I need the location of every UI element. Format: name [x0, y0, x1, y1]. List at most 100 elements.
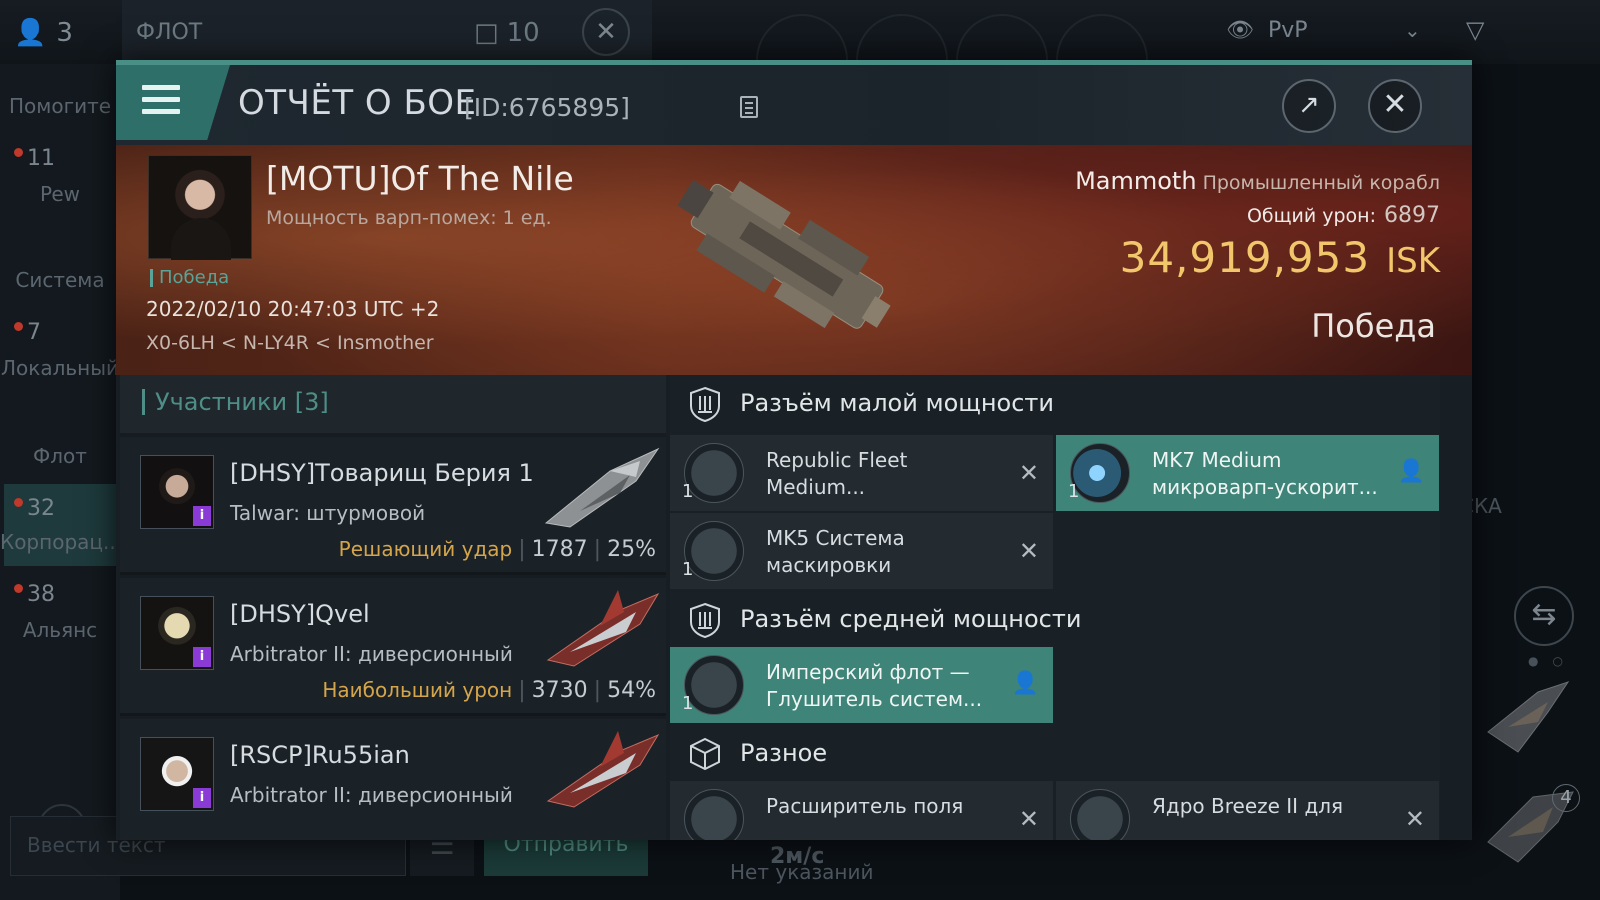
people-counter[interactable]: 👤 3: [14, 18, 73, 48]
victim-location[interactable]: X0-6LH < N-LY4R < Insmother: [146, 332, 434, 354]
isk-amount: 34,919,953: [1119, 233, 1371, 282]
sidebar-item-pew[interactable]: Pew: [0, 182, 120, 206]
module-quantity: 1: [682, 559, 694, 580]
modal-header: ОТЧЁТ О БОЕ [ID:6765895] ↗ ✕: [116, 65, 1472, 145]
participant-ship-image: [544, 447, 660, 528]
fleet-tab-label: ФЛОТ: [136, 20, 203, 45]
page-dots: ●○: [1528, 654, 1577, 668]
module-item[interactable]: 1 Имперский флот — Глушитель систем... 👤: [670, 647, 1054, 723]
copy-icon[interactable]: [740, 96, 758, 118]
total-damage: Общий урон: 6897: [1247, 203, 1440, 228]
sidebar-item-fleet[interactable]: Флот: [0, 444, 120, 468]
victim-ship-name: Mammoth Промышленный корабл: [1075, 167, 1440, 195]
chat-sidebar: Помогите 11 Pew Система 7 Локальный Флот…: [0, 64, 122, 900]
sidebar-local-count: 7: [14, 320, 41, 345]
sidebar-corp-count: 32: [14, 496, 55, 521]
participant-ship-image: [546, 590, 660, 667]
victim-warp-strength: Мощность варп-помех: 1 ед.: [266, 207, 552, 229]
module-quantity: 1: [682, 481, 694, 502]
participant-row[interactable]: i [DHSY]Товарищ Берия 1 Talwar: штурмово…: [120, 437, 666, 575]
stat-separator: |: [518, 537, 526, 562]
participant-tag: Решающий удар: [338, 537, 513, 561]
participants-panel: Участники [3] i [DHSY]Товарищ Берия 1 Ta…: [120, 375, 666, 840]
core-module-icon: [1070, 789, 1130, 840]
fleet-tab-close-icon[interactable]: ✕: [582, 8, 630, 56]
low-slot-header: Разъём малой мощности: [670, 375, 1440, 433]
filter-icon[interactable]: ▽: [1466, 16, 1484, 44]
people-icon: 👤: [14, 18, 47, 48]
victim-name[interactable]: [MOTU]Of The Nile: [266, 159, 574, 198]
ship-count-badge: 4: [1552, 784, 1580, 812]
destroyed-x-icon: ✕: [1018, 537, 1039, 565]
participant-stats: Наибольший урон | 3730 | 54%: [322, 678, 656, 703]
menu-button[interactable]: [116, 65, 230, 140]
total-damage-label: Общий урон:: [1246, 205, 1376, 227]
close-button[interactable]: ✕: [1368, 79, 1422, 133]
total-damage-value: 6897: [1384, 203, 1440, 228]
participant-name: [DHSY]Qvel: [230, 600, 370, 628]
sidebar-item-help[interactable]: Помогите: [0, 94, 120, 118]
external-link-icon: ↗: [1298, 90, 1320, 120]
module-item[interactable]: 1 MK7 Medium микроварп-ускорит... 👤: [1056, 435, 1440, 511]
module-name: Ядро Breeze II для: [1152, 794, 1344, 818]
participant-damage: 3730: [531, 678, 588, 703]
participant-avatar: i: [140, 737, 214, 811]
participant-ship: Arbitrator II: диверсионный: [230, 783, 513, 807]
stat-separator: |: [593, 678, 602, 703]
participants-header: Участники [3]: [120, 375, 666, 433]
participant-damage: 1787: [531, 537, 588, 562]
report-id: [ID:6765895]: [464, 93, 630, 122]
module-item[interactable]: Ядро Breeze II для ✕: [1056, 781, 1440, 840]
sidebar-item-system[interactable]: Система: [0, 268, 120, 292]
participant-name: [RSCP]Ru55ian: [230, 741, 410, 769]
share-button[interactable]: ↗: [1282, 79, 1336, 133]
victim-avatar[interactable]: [148, 155, 252, 260]
isk-value: 34,919,953 ISK: [1120, 233, 1440, 282]
module-name: MK5 Система маскировки: [766, 526, 905, 577]
stat-separator: |: [593, 537, 602, 562]
participant-row[interactable]: i [RSCP]Ru55ian Arbitrator II: диверсион…: [120, 719, 666, 840]
module-name: Расширитель поля: [766, 794, 964, 818]
info-badge-icon: i: [193, 506, 211, 526]
battle-result: Победа: [1311, 307, 1436, 345]
swap-icon[interactable]: ⇆: [1514, 586, 1574, 646]
fleet-count-value: 10: [506, 18, 540, 48]
hamburger-icon: [142, 85, 180, 121]
participants-title: Участники [3]: [142, 389, 329, 415]
participant-ship: Talwar: штурмовой: [230, 501, 426, 525]
participant-percent: 25%: [607, 537, 656, 562]
module-item[interactable]: 1 MK5 Система маскировки ✕: [670, 513, 1054, 589]
people-count: 3: [56, 18, 73, 48]
module-item[interactable]: Расширитель поля ✕: [670, 781, 1054, 840]
destroyed-x-icon: ✕: [1018, 805, 1039, 833]
fleet-member-count: □ 10: [474, 18, 540, 48]
sidebar-item-alliance[interactable]: Альянс: [0, 618, 120, 642]
info-badge-icon: i: [193, 647, 211, 667]
low-slot-title: Разъём малой мощности: [740, 389, 1055, 417]
sidebar-pew-count: 11: [14, 146, 55, 171]
victim-ship-class: Промышленный корабл: [1202, 172, 1440, 194]
cargo-box-icon: [690, 737, 720, 771]
background-ship-icon[interactable]: [1478, 672, 1578, 762]
pvp-filter-label: PvP: [1267, 18, 1308, 43]
module-quantity: 1: [1068, 481, 1080, 502]
module-item[interactable]: 1 Republic Fleet Medium... ✕: [670, 435, 1054, 511]
pvp-filter[interactable]: 👁 PvP: [1226, 18, 1308, 43]
sidebar-alliance-count: 38: [14, 582, 55, 607]
module-name: Имперский флот — Глушитель систем...: [766, 660, 983, 711]
low-slot-shield-icon: [690, 386, 720, 422]
victim-ship-type[interactable]: Mammoth: [1075, 167, 1196, 195]
participant-row[interactable]: i [DHSY]Qvel Arbitrator II: диверсионный…: [120, 578, 666, 716]
mid-slot-shield-icon: [690, 602, 720, 638]
participant-percent: 54%: [607, 678, 656, 703]
mid-slot-title: Разъём средней мощности: [740, 605, 1082, 633]
victim-datetime: 2022/02/10 20:47:03 UTC +2: [146, 297, 440, 321]
field-extender-icon: [684, 789, 744, 840]
mid-slot-header: Разъём средней мощности: [670, 591, 1440, 649]
fleet-tab[interactable]: ФЛОТ □ 10 ✕: [122, 0, 652, 62]
sidebar-item-local[interactable]: Локальный: [0, 356, 120, 380]
dropped-person-icon: 👤: [1011, 671, 1039, 696]
module-quantity: 1: [682, 693, 694, 714]
sidebar-item-corp[interactable]: Корпорац...: [0, 530, 122, 554]
chevron-down-icon[interactable]: ⌄: [1404, 18, 1421, 42]
